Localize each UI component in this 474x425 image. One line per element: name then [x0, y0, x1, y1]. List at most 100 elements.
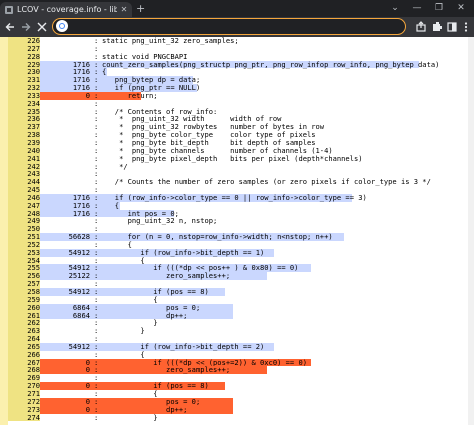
separator: : — [94, 412, 99, 422]
hit-count — [40, 170, 90, 178]
hit-count: 0 — [40, 366, 90, 375]
hit-count — [40, 147, 90, 155]
source-line: 267 0: if (((*dp << (pos+=2)) & 0xc0) == … — [8, 358, 474, 367]
source-code: zero_samples++; — [102, 365, 231, 375]
source-listing: 226: static png_uint_32 zero_samples; 227:… — [8, 37, 474, 422]
source-line: 271: { — [8, 390, 474, 398]
line-number[interactable]: 274 — [8, 413, 40, 422]
tab-close-icon[interactable]: ✕ — [120, 5, 128, 14]
tab-list-icon[interactable]: ⌄ — [384, 1, 406, 15]
extensions-icon[interactable] — [430, 20, 444, 34]
source-line: 272 0: pos = 0; — [8, 397, 474, 406]
share-icon[interactable] — [414, 20, 428, 34]
vertical-scrollbar[interactable] — [468, 37, 474, 425]
hit-count: 25122 — [40, 272, 90, 281]
browser-toolbar — [0, 17, 474, 37]
hit-count: 0 — [40, 358, 90, 367]
hit-count — [40, 217, 90, 225]
tab-search-icon[interactable] — [445, 20, 459, 34]
source-code: count_zero_samples(png_structp png_ptr, … — [102, 59, 440, 69]
forward-icon[interactable] — [19, 20, 33, 34]
menu-icon[interactable] — [459, 20, 473, 34]
hit-count: 0 — [40, 92, 90, 100]
page-content: 226: static png_uint_32 zero_samples; 227:… — [0, 37, 474, 425]
google-icon — [56, 20, 68, 32]
page-favicon — [5, 5, 13, 14]
hit-count — [40, 374, 90, 382]
hit-count: 1716 — [40, 209, 90, 218]
source-line: 268 0: zero_samples++; — [8, 365, 474, 375]
hit-count: 54912 — [40, 288, 90, 296]
source-line: 270 0: if (pos == 8) — [8, 382, 474, 390]
hit-count: 6864 — [40, 311, 90, 320]
source-line: 261 6864: dp++; — [8, 311, 474, 320]
source-line: 273 0: dp++; — [8, 405, 474, 414]
maximize-icon[interactable]: ❐ — [428, 1, 450, 15]
source-code: } — [102, 412, 158, 422]
hit-count: 54912 — [40, 343, 90, 351]
source-code: static png_uint_32 zero_samples; — [102, 37, 239, 45]
hit-count — [40, 178, 90, 186]
left-margin-strip — [0, 37, 8, 425]
source-line: 265 54912: if (row_info->bit_depth == 2) — [8, 343, 474, 351]
minimize-icon[interactable]: — — [406, 1, 428, 15]
source-line: 241: * png_byte pixel_depth bits per pix… — [8, 153, 474, 163]
hit-count — [40, 319, 90, 327]
hit-count — [40, 108, 90, 116]
back-icon[interactable] — [3, 20, 17, 34]
url-input[interactable] — [71, 20, 391, 32]
hit-count: 1716 — [40, 84, 90, 92]
source-code: */ — [102, 161, 128, 171]
window-close-icon[interactable]: ✕ — [450, 1, 472, 15]
source-line: 242: */ — [8, 161, 474, 171]
reload-icon[interactable] — [35, 20, 49, 34]
window-controls: ⌄ — ❐ ✕ — [384, 1, 472, 15]
source-code: } — [102, 326, 145, 336]
source-line: 256 25122: zero_samples++; — [8, 271, 474, 281]
source-line: 233 0: return; — [8, 92, 474, 100]
hit-count: 56628 — [40, 233, 90, 241]
source-code: if (row_info->color_type == 0 || row_inf… — [102, 192, 367, 202]
address-bar[interactable] — [52, 18, 406, 35]
tab-title: LCOV - coverage.info - libpng — [17, 5, 117, 14]
source-line: 274: } — [8, 412, 474, 422]
hit-count — [40, 131, 90, 139]
source-line: 263: } — [8, 326, 474, 336]
source-code: /* Counts the number of zero samples (or… — [102, 177, 431, 187]
source-code: return; — [102, 90, 158, 100]
hit-count — [40, 390, 90, 398]
hit-count — [40, 123, 90, 131]
hit-count — [40, 155, 90, 163]
hit-count — [40, 45, 90, 53]
browser-tab[interactable]: LCOV - coverage.info - libpng ✕ — [0, 2, 132, 17]
source-code: zero_samples++; — [102, 271, 231, 281]
hit-count: 0 — [40, 382, 90, 390]
hit-count — [40, 414, 90, 422]
source-line: 249: png_uint_32 n, nstop; — [8, 216, 474, 226]
tab-strip: LCOV - coverage.info - libpng ✕ + ⌄ — ❐ … — [0, 0, 474, 17]
source-line: 251 56628: for (n = 0, nstop=row_info->wi… — [8, 233, 474, 241]
source-line: 258 54912: if (pos == 8) — [8, 288, 474, 296]
source-line: 262: } — [8, 319, 474, 328]
hit-count — [40, 115, 90, 123]
source-code: for (n = 0, nstop=row_info->width; n<nst… — [102, 232, 333, 242]
hit-count — [40, 327, 90, 335]
hit-count — [40, 100, 90, 108]
hit-count: 54912 — [40, 248, 90, 257]
source-line: 232 1716: if (png_ptr == NULL) — [8, 84, 474, 92]
source-line: 226: static png_uint_32 zero_samples; — [8, 37, 474, 45]
hit-count: 0 — [40, 405, 90, 414]
source-line: 253 54912: if (row_info->bit_depth == 1) — [8, 248, 474, 257]
source-line: 234: — [8, 99, 474, 108]
hit-count — [40, 139, 90, 147]
source-code: * png_byte pixel_depth bits per pixel (d… — [102, 153, 363, 163]
hit-count: 0 — [40, 397, 90, 406]
source-line: 248 1716: int pos = 0; — [8, 209, 474, 218]
source-line: 244: /* Counts the number of zero sample… — [8, 177, 474, 187]
hit-count — [40, 351, 90, 359]
hit-count — [40, 163, 90, 171]
source-line: 227: — [8, 44, 474, 53]
new-tab-button[interactable]: + — [136, 3, 145, 14]
source-code: png_uint_32 n, nstop; — [102, 216, 218, 226]
hit-count — [40, 37, 90, 45]
